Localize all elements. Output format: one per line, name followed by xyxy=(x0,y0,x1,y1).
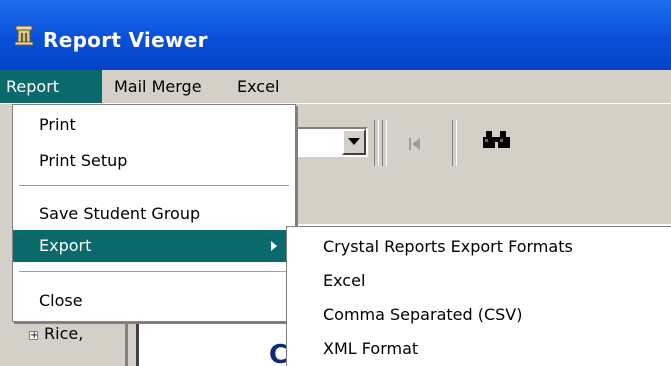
menu-bar: Report Mail Merge Excel xyxy=(0,70,671,104)
first-page-icon[interactable] xyxy=(404,131,426,157)
title-bar: Report Viewer xyxy=(0,0,671,70)
window-title: Report Viewer xyxy=(43,28,208,52)
menu-mail-merge[interactable]: Mail Merge xyxy=(108,70,208,103)
expand-icon[interactable]: + xyxy=(29,331,38,341)
menu-item-export[interactable]: Export xyxy=(13,230,295,262)
app-icon xyxy=(15,25,33,46)
menu-separator xyxy=(19,185,289,187)
binoculars-icon[interactable] xyxy=(480,128,514,156)
tree-node-label[interactable]: Rice, xyxy=(44,324,83,343)
export-submenu: Crystal Reports Export Formats Excel Com… xyxy=(286,226,671,366)
menu-excel[interactable]: Excel xyxy=(231,70,285,103)
submenu-item-xml[interactable]: XML Format xyxy=(287,333,671,364)
toolbar-separator xyxy=(452,120,457,166)
menu-item-export-label: Export xyxy=(39,236,92,255)
menu-report[interactable]: Report xyxy=(0,70,102,103)
menu-separator xyxy=(19,271,289,273)
toolbar-separator xyxy=(374,120,379,166)
chevron-down-icon xyxy=(348,138,360,145)
combo-dropdown-button[interactable] xyxy=(342,129,366,155)
submenu-item-csv[interactable]: Comma Separated (CSV) xyxy=(287,299,671,330)
menu-item-save-student-group[interactable]: Save Student Group xyxy=(13,198,295,230)
submenu-item-excel[interactable]: Excel xyxy=(287,265,671,296)
submenu-item-crystal-reports[interactable]: Crystal Reports Export Formats xyxy=(287,231,671,262)
report-viewer-window: Report Viewer Report Mail Merge Excel + … xyxy=(0,0,671,366)
menu-item-print[interactable]: Print xyxy=(13,109,295,141)
report-menu-dropdown: Print Print Setup Save Student Group Exp… xyxy=(12,104,296,322)
menu-item-print-setup[interactable]: Print Setup xyxy=(13,145,295,177)
menu-item-close[interactable]: Close xyxy=(13,285,295,317)
toolbar-separator xyxy=(382,120,387,166)
submenu-arrow-icon xyxy=(271,241,277,251)
